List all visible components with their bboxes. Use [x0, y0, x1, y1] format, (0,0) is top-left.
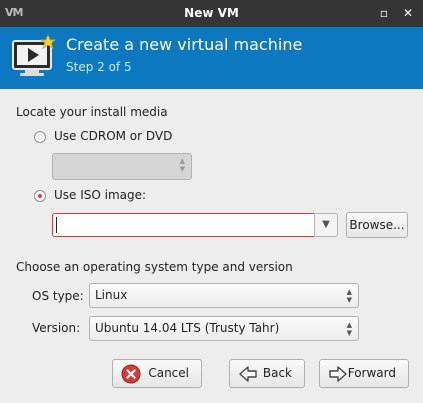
os-version-value: Ubuntu 14.04 LTS (Trusty Tahr)	[95, 321, 280, 335]
cdrom-radio-label[interactable]: Use CDROM or DVD	[54, 129, 172, 143]
os-type-value: Linux	[95, 288, 128, 302]
arrow-left-icon	[239, 366, 257, 382]
os-heading: Choose an operating system type and vers…	[16, 260, 293, 274]
chevron-down-icon: ▼	[322, 219, 330, 230]
title-bar: VM New VM ▫ ✕	[0, 0, 423, 27]
cancel-icon	[121, 364, 141, 384]
spin-arrows-icon: ▲ ▼	[179, 157, 185, 173]
header-step: Step 2 of 5	[66, 60, 132, 74]
back-label: Back	[262, 366, 292, 380]
install-media-heading: Locate your install media	[16, 105, 168, 119]
cancel-button[interactable]: Cancel	[112, 359, 202, 388]
monitor-play-icon	[12, 33, 57, 76]
forward-label: Forward	[347, 366, 396, 380]
os-type-select[interactable]: Linux ▲ ▼	[89, 283, 359, 308]
spin-arrows-icon: ▲ ▼	[346, 321, 352, 337]
close-button[interactable]: ✕	[399, 4, 417, 22]
restore-button[interactable]: ▫	[375, 4, 393, 22]
iso-history-dropdown[interactable]: ▼	[314, 213, 338, 237]
spin-arrows-icon: ▲ ▼	[346, 288, 352, 304]
wizard-header: Create a new virtual machine Step 2 of 5	[0, 27, 423, 89]
browse-button[interactable]: Browse...	[346, 212, 408, 238]
cancel-label: Cancel	[148, 366, 189, 380]
text-cursor	[56, 217, 57, 233]
version-label: Version:	[32, 321, 81, 335]
iso-path-input[interactable]	[52, 213, 314, 237]
iso-radio[interactable]	[34, 190, 46, 202]
os-version-select[interactable]: Ubuntu 14.04 LTS (Trusty Tahr) ▲ ▼	[89, 316, 359, 341]
window-title: New VM	[184, 6, 239, 20]
os-type-label: OS type:	[32, 289, 84, 303]
forward-button[interactable]: Forward	[319, 359, 409, 388]
arrow-right-icon	[329, 366, 347, 382]
back-button[interactable]: Back	[229, 359, 305, 388]
cdrom-device-combo: ▲ ▼	[52, 153, 192, 180]
iso-radio-label[interactable]: Use ISO image:	[54, 188, 146, 202]
cdrom-radio[interactable]	[34, 131, 46, 143]
header-title: Create a new virtual machine	[66, 35, 303, 54]
